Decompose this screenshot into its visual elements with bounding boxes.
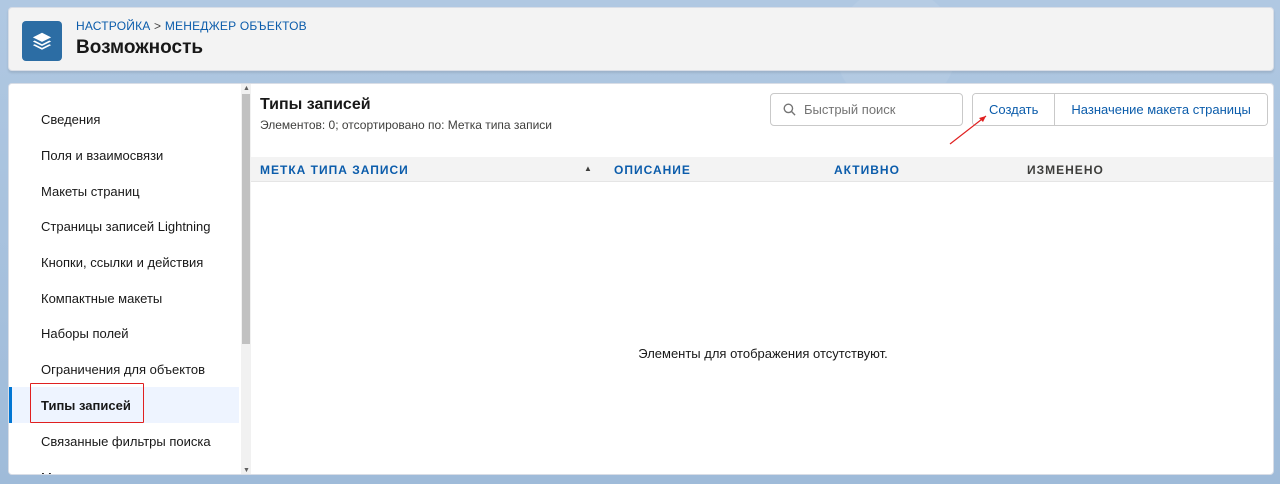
page-header: НАСТРОЙКА > МЕНЕДЖЕР ОБЪЕКТОВ Возможност… — [8, 7, 1274, 71]
sort-ascending-icon[interactable]: ▲ — [584, 164, 593, 173]
scroll-thumb[interactable] — [242, 94, 250, 344]
column-header-description[interactable]: ОПИСАНИЕ — [614, 163, 691, 177]
scroll-up-arrow-icon[interactable]: ▲ — [243, 85, 250, 92]
quick-search-input[interactable] — [804, 102, 954, 117]
breadcrumb-separator: > — [154, 19, 162, 33]
column-header-modified: ИЗМЕНЕНО — [1027, 163, 1104, 177]
column-header-record-type-label[interactable]: МЕТКА ТИПА ЗАПИСИ — [260, 163, 409, 177]
sidebar-item-page-layouts[interactable]: Макеты страниц — [9, 173, 239, 209]
search-icon — [783, 103, 796, 116]
sidebar-scrollbar[interactable]: ▲ ▼ — [241, 84, 251, 474]
sidebar-item-object-limits[interactable]: Ограничения для объектов — [9, 351, 239, 387]
table-header: МЕТКА ТИПА ЗАПИСИ ▲ ОПИСАНИЕ АКТИВНО ИЗМ… — [251, 157, 1273, 182]
sidebar-item-buttons-links-actions[interactable]: Кнопки, ссылки и действия — [9, 244, 239, 280]
empty-state-message: Элементы для отображения отсутствуют. — [638, 346, 888, 361]
action-button-group: Создать Назначение макета страницы — [972, 93, 1268, 126]
page-layout-assignment-button[interactable]: Назначение макета страницы — [1054, 94, 1267, 125]
sidebar-item-field-sets[interactable]: Наборы полей — [9, 315, 239, 351]
quick-search[interactable] — [770, 93, 963, 126]
sidebar-nav: Сведения Поля и взаимосвязи Макеты стран… — [9, 84, 241, 475]
sidebar-item-details[interactable]: Сведения — [9, 101, 239, 137]
sidebar-item-lookup-filters[interactable]: Связанные фильтры поиска — [9, 423, 239, 459]
create-button[interactable]: Создать — [973, 94, 1055, 125]
sidebar-item-record-types[interactable]: Типы записей — [9, 387, 239, 423]
sidebar-item-search-layouts[interactable]: Макеты поиска — [9, 459, 239, 475]
breadcrumb: НАСТРОЙКА > МЕНЕДЖЕР ОБЪЕКТОВ — [76, 19, 307, 33]
section-title: Типы записей — [260, 96, 371, 113]
sidebar-item-compact-layouts[interactable]: Компактные макеты — [9, 280, 239, 316]
column-header-active[interactable]: АКТИВНО — [834, 163, 900, 177]
sidebar-item-lightning-record-pages[interactable]: Страницы записей Lightning — [9, 208, 239, 244]
page-title: Возможность — [76, 37, 204, 58]
layers-icon — [22, 21, 62, 61]
breadcrumb-setup-link[interactable]: НАСТРОЙКА — [76, 19, 151, 33]
sidebar-item-fields-relationships[interactable]: Поля и взаимосвязи — [9, 137, 239, 173]
scroll-down-arrow-icon[interactable]: ▼ — [243, 467, 250, 474]
section-subtitle: Элементов: 0; отсортировано по: Метка ти… — [260, 118, 553, 132]
main-panel: Сведения Поля и взаимосвязи Макеты стран… — [8, 83, 1274, 475]
breadcrumb-object-manager-link[interactable]: МЕНЕДЖЕР ОБЪЕКТОВ — [165, 19, 307, 33]
record-types-panel: Типы записей Элементов: 0; отсортировано… — [251, 84, 1273, 474]
